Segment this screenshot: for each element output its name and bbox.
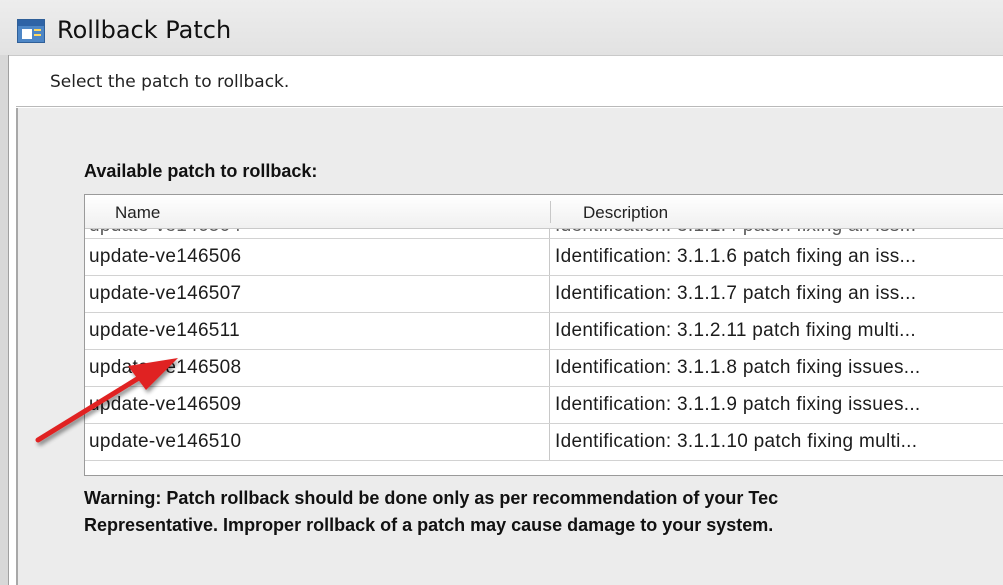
table-row[interactable]: update-ve146506 Identification: 3.1.1.6 … [85,239,1003,276]
patch-description: Identification: 3.1.1.4 patch fixing an … [555,229,916,237]
table-row[interactable]: update-ve146508 Identification: 3.1.1.8 … [85,350,1003,387]
table-row[interactable]: update-ve146507 Identification: 3.1.1.7 … [85,276,1003,313]
window-left-border [0,55,9,585]
table-row[interactable]: update-ve146509 Identification: 3.1.1.9 … [85,387,1003,424]
table-row[interactable]: update-ve146511 Identification: 3.1.2.11… [85,313,1003,350]
patch-name: update-ve146508 [89,357,242,378]
patch-name: update-ve146507 [89,283,242,304]
patch-description: Identification: 3.1.1.8 patch fixing iss… [555,357,921,378]
patch-table[interactable]: Name Description update-ve146504 Identif… [84,194,1003,476]
patch-description: Identification: 3.1.1.10 patch fixing mu… [555,431,918,452]
instruction-banner: Select the patch to rollback. [16,56,1003,107]
table-header: Name Description [85,195,1003,229]
dialog-content: Available patch to rollback: Name Descri… [16,108,1003,585]
window-title: Rollback Patch [57,16,232,44]
patch-name: update-ve146510 [89,431,242,452]
patch-description: Identification: 3.1.1.9 patch fixing iss… [555,394,921,415]
dialog-window-icon [17,19,45,43]
patch-name: update-ve146504 [89,229,241,237]
title-bar: Rollback Patch [0,0,1003,56]
instruction-text: Select the patch to rollback. [50,72,290,92]
table-row[interactable]: update-ve146510 Identification: 3.1.1.10… [85,424,1003,461]
patch-description: Identification: 3.1.2.11 patch fixing mu… [555,320,916,341]
column-header-name[interactable]: Name [115,203,160,223]
table-body: update-ve146504 Identification: 3.1.1.4 … [85,229,1003,461]
warning-line-2: Representative. Improper rollback of a p… [84,515,774,535]
column-divider[interactable] [550,201,551,223]
rollback-warning: Warning: Patch rollback should be done o… [84,485,1003,539]
patch-name: update-ve146509 [89,394,242,415]
table-row[interactable]: update-ve146504 Identification: 3.1.1.4 … [85,229,1003,239]
patch-description: Identification: 3.1.1.6 patch fixing an … [555,246,917,267]
patch-name: update-ve146511 [89,320,240,341]
column-header-description[interactable]: Description [583,203,668,223]
available-patches-label: Available patch to rollback: [84,161,318,181]
warning-line-1: Warning: Patch rollback should be done o… [84,488,779,508]
patch-description: Identification: 3.1.1.7 patch fixing an … [555,283,917,304]
patch-name: update-ve146506 [89,246,242,267]
